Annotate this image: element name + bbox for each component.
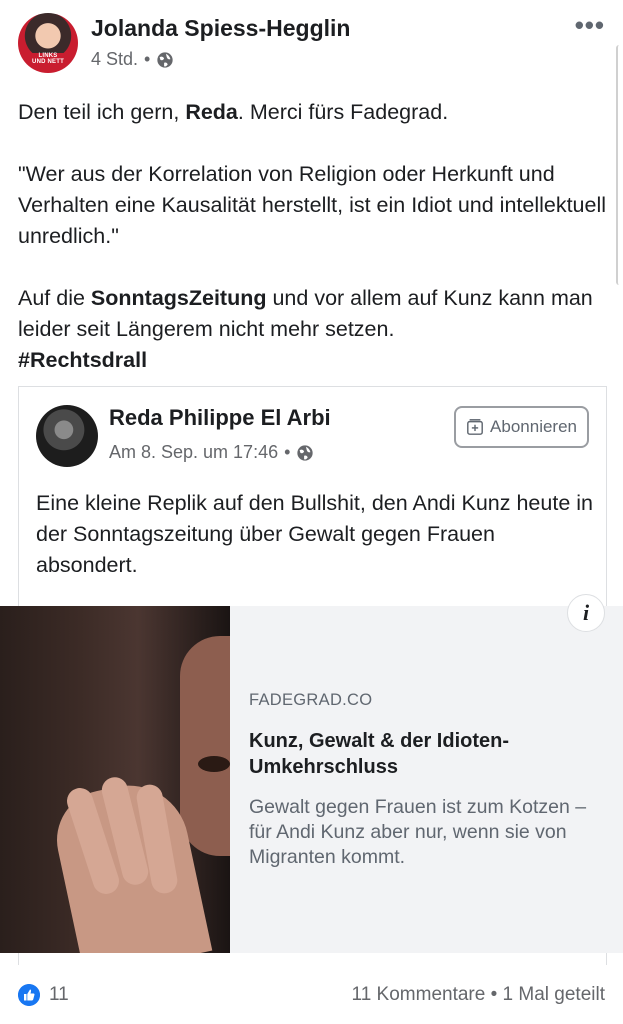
info-icon[interactable]: i xyxy=(567,594,605,632)
globe-icon xyxy=(297,444,314,461)
follow-button[interactable]: Abonnieren xyxy=(454,406,589,448)
avatar-badge: LINKS UND NETT xyxy=(31,53,65,65)
link-title[interactable]: Kunz, Gewalt & der Idioten-Umkehrschluss xyxy=(249,728,589,780)
mention-reda[interactable]: Reda xyxy=(185,100,238,124)
text-fragment: Auf die xyxy=(18,286,91,310)
shared-timestamp[interactable]: Am 8. Sep. um 17:46 xyxy=(109,442,278,463)
post-timestamp[interactable]: 4 Std. xyxy=(91,49,138,70)
shared-author-avatar[interactable] xyxy=(36,405,98,467)
engagement-stats: 11 Kommentare • 1 Mal geteilt xyxy=(352,984,605,1006)
post-body: Den teil ich gern, Reda. Merci fürs Fade… xyxy=(18,97,613,376)
meta-separator: • xyxy=(284,442,291,462)
follow-button-label: Abonnieren xyxy=(490,417,577,436)
scrollbar[interactable] xyxy=(616,45,623,285)
follow-plus-icon xyxy=(467,419,483,435)
shared-post-text: Eine kleine Replik auf den Bullshit, den… xyxy=(36,491,593,577)
mention-sonntagszeitung[interactable]: SonntagsZeitung xyxy=(91,286,267,310)
link-description: Gewalt gegen Frauen ist zum Kotzen – für… xyxy=(249,796,587,868)
post-paragraph-3: Auf die SonntagsZeitung und vor allem au… xyxy=(18,283,613,376)
shares-count[interactable]: 1 Mal geteilt xyxy=(503,984,605,1005)
link-preview-image[interactable] xyxy=(0,606,230,953)
globe-icon xyxy=(157,51,173,68)
like-reaction-icon[interactable] xyxy=(18,984,40,1006)
shared-author-name[interactable]: Reda Philippe El Arbi xyxy=(109,405,331,431)
post-paragraph-1: Den teil ich gern, Reda. Merci fürs Fade… xyxy=(18,97,613,128)
link-preview-card[interactable]: i FADEGRAD.CO Kunz, Gewalt & der Idioten… xyxy=(0,594,623,953)
text-fragment: Den teil ich gern, xyxy=(18,100,186,124)
more-options-button[interactable]: ••• xyxy=(575,12,605,38)
post-paragraph-2: "Wer aus der Korrelation von Religion od… xyxy=(18,162,607,248)
hashtag-link[interactable]: #Rechtsdrall xyxy=(18,348,147,372)
link-preview-info[interactable]: i FADEGRAD.CO Kunz, Gewalt & der Idioten… xyxy=(230,594,623,953)
stats-separator: • xyxy=(490,984,498,1005)
shared-post-meta: Am 8. Sep. um 17:46 • xyxy=(109,442,314,463)
link-domain: FADEGRAD.CO xyxy=(249,691,373,709)
post-author-name[interactable]: Jolanda Spiess-Hegglin xyxy=(91,15,350,42)
text-fragment: . Merci fürs Fadegrad. xyxy=(237,100,449,124)
image-eye-shape xyxy=(198,756,230,772)
post-header: LINKS UND NETT Jolanda Spiess-Hegglin 4 … xyxy=(0,0,623,285)
comments-count[interactable]: 11 Kommentare xyxy=(352,984,486,1005)
post-meta: 4 Std. • xyxy=(91,49,174,70)
image-face-shape xyxy=(180,636,230,856)
author-avatar[interactable]: LINKS UND NETT xyxy=(18,13,78,73)
like-count[interactable]: 11 xyxy=(49,984,69,1006)
post-footer: 11 11 Kommentare • 1 Mal geteilt xyxy=(0,978,623,1014)
meta-separator: • xyxy=(144,49,151,69)
